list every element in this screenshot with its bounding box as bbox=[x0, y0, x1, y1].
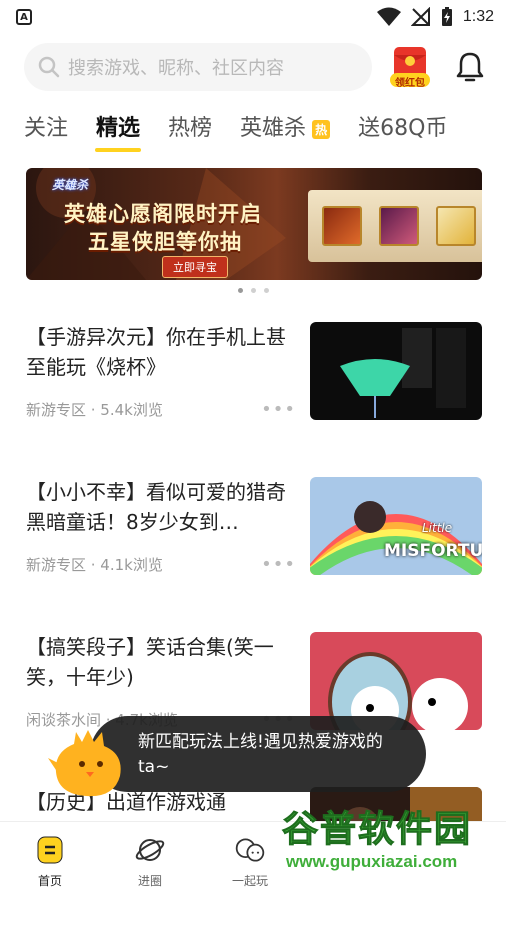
game-logo: 英雄杀 bbox=[52, 178, 89, 192]
battery-charging-icon bbox=[441, 7, 452, 26]
match-feature-toast[interactable]: 新匹配玩法上线!遇见热爱游戏的ta~ bbox=[90, 716, 426, 792]
wifi-icon bbox=[376, 7, 401, 26]
banner-title-line1: 英雄心愿阁限时开启 bbox=[64, 202, 262, 226]
notification-a-icon: A bbox=[16, 9, 32, 25]
promo-banner[interactable]: 英雄杀 英雄心愿阁限时开启 五星侠胆等你抽 立即寻宝 bbox=[26, 168, 482, 280]
watermark-title: 谷普软件园 bbox=[281, 809, 473, 851]
redpacket-label: 领红包 bbox=[395, 78, 425, 89]
nav-home[interactable]: 首页 bbox=[0, 822, 100, 900]
pagination-dot bbox=[263, 288, 269, 293]
reward-scroll bbox=[308, 190, 482, 262]
status-bar: A 1:32 bbox=[0, 0, 506, 34]
no-signal-icon bbox=[410, 7, 430, 26]
tab-follow[interactable]: 关注 bbox=[24, 110, 68, 156]
tab-send-qcoin[interactable]: 送68Q币 bbox=[358, 110, 447, 156]
reward-item-armor bbox=[322, 206, 363, 246]
article-title: 【搞笑段子】笑话合集(笑一笑，十年少) bbox=[26, 635, 274, 689]
planet-icon bbox=[134, 834, 166, 866]
pagination-dot bbox=[250, 288, 256, 293]
article-card[interactable]: 【小小不幸】看似可爱的猎奇黑暗童话！8岁少女到… 新游专区 · 4.1k浏览 •… bbox=[0, 477, 506, 615]
chat-bubbles-icon bbox=[234, 834, 266, 866]
reward-item-gold bbox=[435, 206, 476, 246]
site-watermark: 谷普软件园 www.gupuxiazai.com bbox=[278, 800, 500, 880]
clock: 1:32 bbox=[462, 8, 494, 25]
toast-text: 新匹配玩法上线!遇见热爱游戏的ta~ bbox=[138, 732, 383, 777]
hot-badge: 热 bbox=[312, 119, 331, 139]
pagination-dot bbox=[237, 288, 243, 293]
bell-icon bbox=[456, 52, 484, 82]
article-meta: 新游专区 · 5.4k浏览 bbox=[26, 401, 163, 419]
more-options-icon[interactable]: ••• bbox=[261, 554, 296, 575]
search-placeholder: 搜索游戏、昵称、社区内容 bbox=[68, 58, 284, 79]
nav-label: 一起玩 bbox=[231, 873, 268, 888]
divider bbox=[26, 468, 482, 469]
tab-featured[interactable]: 精选 bbox=[96, 110, 140, 156]
search-icon bbox=[38, 56, 60, 78]
thumbnail-caption-2: MISFORTUNE bbox=[384, 541, 482, 561]
nav-label: 进圈 bbox=[137, 873, 162, 888]
article-card[interactable]: 【手游异次元】你在手机上甚至能玩《烧杯》 新游专区 · 5.4k浏览 ••• bbox=[0, 322, 506, 460]
redpacket-button[interactable]: 领红包 bbox=[390, 45, 430, 89]
nav-circles[interactable]: 进圈 bbox=[100, 822, 200, 900]
article-thumbnail bbox=[310, 322, 482, 420]
banner-cta-button[interactable]: 立即寻宝 bbox=[162, 256, 228, 278]
banner-pagination bbox=[0, 288, 506, 296]
status-icons: 1:32 bbox=[376, 7, 494, 27]
article-title: 【手游异次元】你在手机上甚至能玩《烧杯》 bbox=[26, 325, 286, 379]
divider bbox=[26, 623, 482, 624]
notification-bell-button[interactable] bbox=[450, 47, 490, 87]
article-thumbnail: Little MISFORTUNE bbox=[310, 477, 482, 575]
reward-item-hero bbox=[378, 206, 419, 246]
category-tabs: 关注 精选 热榜 英雄杀热 送68Q币 bbox=[0, 94, 506, 156]
more-options-icon[interactable]: ••• bbox=[261, 399, 296, 420]
article-title: 【小小不幸】看似可爱的猎奇黑暗童话！8岁少女到… bbox=[26, 480, 286, 534]
nav-label: 首页 bbox=[37, 873, 62, 888]
article-meta: 新游专区 · 4.1k浏览 bbox=[26, 556, 163, 574]
tab-hot-list[interactable]: 热榜 bbox=[168, 110, 212, 156]
mascot-chick-icon bbox=[46, 724, 130, 800]
top-header: 搜索游戏、昵称、社区内容 领红包 bbox=[0, 34, 506, 94]
home-icon bbox=[34, 834, 66, 866]
tab-yingxiongsha[interactable]: 英雄杀热 bbox=[240, 110, 331, 156]
banner-title-line2: 五星侠胆等你抽 bbox=[88, 230, 242, 254]
search-bar[interactable]: 搜索游戏、昵称、社区内容 bbox=[24, 43, 372, 91]
watermark-url: www.gupuxiazai.com bbox=[286, 852, 458, 871]
thumbnail-caption-1: Little bbox=[422, 521, 453, 535]
